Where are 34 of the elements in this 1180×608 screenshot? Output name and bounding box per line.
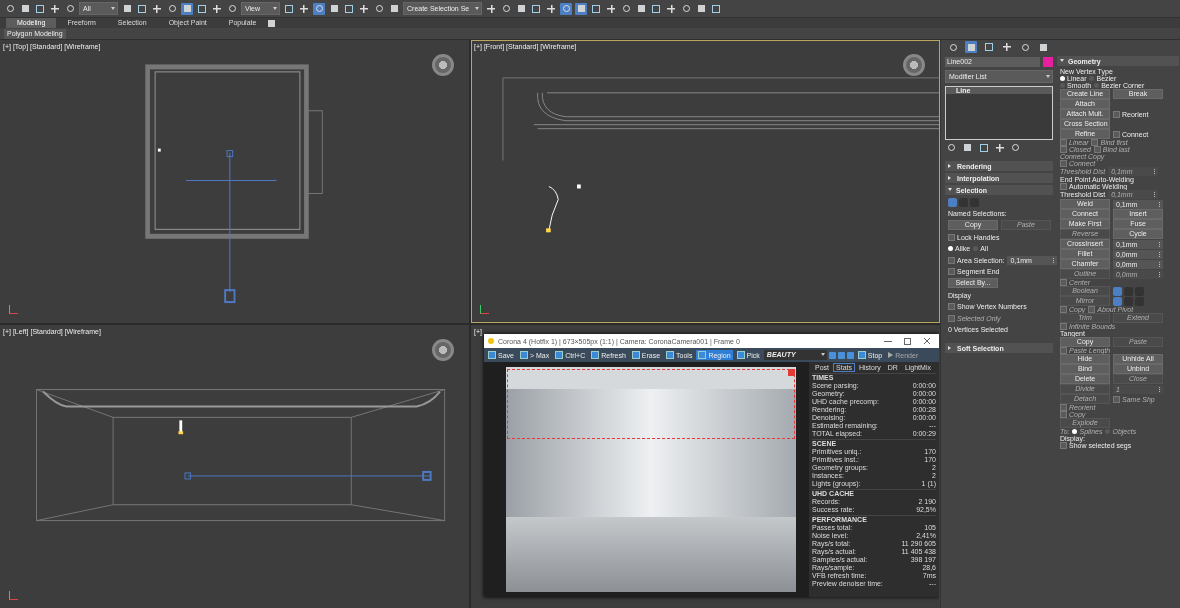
- viewcube-icon[interactable]: [432, 339, 454, 361]
- close-icon[interactable]: [923, 337, 931, 345]
- axis-tripod-icon: [480, 305, 489, 314]
- toolbar-icon[interactable]: [136, 2, 148, 15]
- object-color-swatch[interactable]: [1043, 57, 1053, 67]
- axis-tripod-icon: [9, 305, 18, 314]
- maximize-icon[interactable]: [904, 337, 911, 345]
- toolbar-icon[interactable]: [635, 2, 648, 15]
- toolbar-icon[interactable]: [343, 2, 355, 15]
- toolbar-icon[interactable]: [530, 2, 543, 15]
- toolbar-icon[interactable]: [181, 2, 193, 15]
- toolbar-icon[interactable]: [515, 2, 528, 15]
- toolbar-icon[interactable]: [283, 2, 295, 15]
- toolbar-icon[interactable]: [19, 2, 31, 15]
- toolbar-icon[interactable]: [196, 2, 208, 15]
- toolbar-icon[interactable]: [710, 2, 723, 15]
- toolbar-icon[interactable]: [590, 2, 603, 15]
- toolbar-icon[interactable]: [560, 2, 573, 15]
- toolbar-icon[interactable]: [121, 2, 133, 15]
- toolbar-icon[interactable]: [650, 2, 663, 15]
- panel-tab-icon[interactable]: [1037, 41, 1049, 53]
- viewcube-icon[interactable]: [903, 54, 925, 76]
- panel-tab-icon[interactable]: [983, 41, 995, 53]
- toolbar-icon[interactable]: [34, 2, 46, 15]
- app-logo-icon: [488, 338, 494, 344]
- toolbar-icon[interactable]: [388, 2, 400, 15]
- panel-tab-icon[interactable]: [965, 41, 977, 53]
- toolbar-icon[interactable]: [695, 2, 708, 15]
- toolbar-icon[interactable]: [328, 2, 340, 15]
- viewcube-icon[interactable]: [432, 54, 454, 76]
- toolbar-icon[interactable]: [575, 2, 588, 15]
- toolbar-icon[interactable]: [313, 2, 325, 15]
- minimize-icon[interactable]: [884, 340, 892, 342]
- axis-tripod-icon: [9, 591, 18, 600]
